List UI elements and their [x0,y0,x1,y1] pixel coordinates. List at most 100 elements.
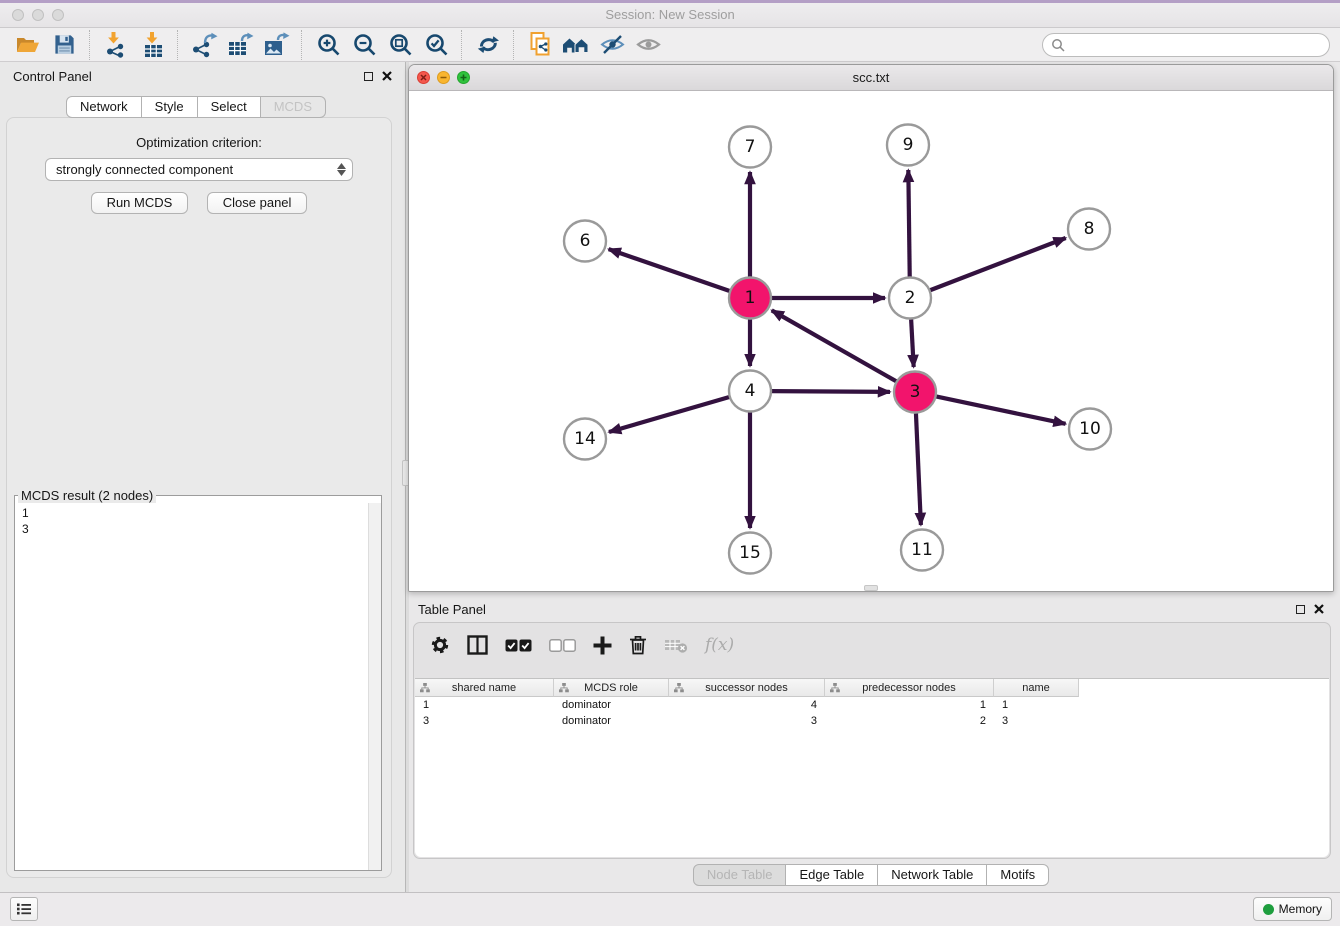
cell-shared-name[interactable]: 1 [415,697,554,713]
selected-criterion: strongly connected component [56,162,233,177]
task-history-button[interactable] [10,897,38,921]
node-table[interactable]: shared nameMCDS rolesuccessor nodesprede… [415,678,1329,857]
first-neighbors-icon[interactable] [558,30,594,60]
optimization-criterion-label: Optimization criterion: [7,135,391,150]
export-table-icon[interactable] [222,30,258,60]
graph-node-4[interactable]: 4 [729,371,771,412]
zoom-selected-icon[interactable] [418,30,454,60]
edge-3-10[interactable] [936,396,1066,423]
zoom-fit-icon[interactable] [382,30,418,60]
cell-name[interactable]: 3 [994,713,1079,729]
memory-button[interactable]: Memory [1253,897,1332,921]
cell-name[interactable]: 1 [994,697,1079,713]
function-builder-icon-disabled: f(x) [705,635,734,655]
tab-mcds[interactable]: MCDS [261,96,326,118]
tab-node-table[interactable]: Node Table [693,864,787,886]
network-window-titlebar[interactable]: scc.txt [409,65,1333,91]
graph-node-6[interactable]: 6 [564,221,606,262]
tab-network[interactable]: Network [66,96,142,118]
graph-node-1[interactable]: 1 [729,278,771,319]
save-session-icon[interactable] [46,30,82,60]
canvas-splitter-grip[interactable] [864,585,878,591]
table-panel: Table Panel [408,595,1334,893]
tab-edge-table[interactable]: Edge Table [786,864,878,886]
close-panel-icon[interactable] [382,71,392,81]
svg-text:8: 8 [1084,219,1095,239]
cell-successor-nodes[interactable]: 4 [669,697,825,713]
graph-node-3[interactable]: 3 [894,372,936,413]
tab-style[interactable]: Style [142,96,198,118]
table-row[interactable]: 1dominator411 [415,697,1329,713]
cell-successor-nodes[interactable]: 3 [669,713,825,729]
edge-2-9[interactable] [908,170,909,277]
cell-shared-name[interactable]: 3 [415,713,554,729]
svg-text:10: 10 [1079,419,1101,439]
graph-node-8[interactable]: 8 [1068,209,1110,250]
graph-node-9[interactable]: 9 [887,125,929,166]
import-network-icon[interactable] [98,30,134,60]
add-column-icon[interactable] [593,636,612,655]
show-column-panel-icon[interactable] [467,635,488,655]
delete-columns-icon[interactable] [629,635,647,655]
search-input[interactable] [1065,37,1321,53]
tab-motifs[interactable]: Motifs [987,864,1049,886]
close-table-panel-icon[interactable] [1314,604,1324,614]
result-scrollbar[interactable] [368,503,381,870]
import-table-icon[interactable] [134,30,170,60]
table-row[interactable]: 3dominator323 [415,713,1329,729]
hide-selected-icon[interactable] [594,30,630,60]
mcds-result-text[interactable]: 13 [15,503,369,870]
graph-node-15[interactable]: 15 [729,533,771,574]
table-panel-header: Table Panel [408,595,1334,623]
column-header-predecessor-nodes[interactable]: predecessor nodes [825,679,994,697]
edge-1-6[interactable] [609,249,730,291]
optimization-criterion-select[interactable]: strongly connected component [45,158,353,181]
graph-node-14[interactable]: 14 [564,419,606,460]
control-panel: Control Panel NetworkStyleSelectMCDS Opt… [0,62,405,893]
edge-2-3[interactable] [911,319,914,367]
column-header-name[interactable]: name [994,679,1079,697]
edge-3-11[interactable] [916,413,921,525]
graph-node-10[interactable]: 10 [1069,409,1111,450]
cell-MCDS-role[interactable]: dominator [554,697,669,713]
tab-select[interactable]: Select [198,96,261,118]
export-network-icon[interactable] [186,30,222,60]
deselect-all-columns-icon[interactable] [549,639,576,652]
clone-network-icon[interactable] [522,30,558,60]
float-table-panel-icon[interactable] [1296,605,1305,614]
export-image-icon[interactable] [258,30,294,60]
graph-node-7[interactable]: 7 [729,127,771,168]
control-panel-header: Control Panel [0,62,405,90]
show-all-icon[interactable] [630,30,666,60]
control-panel-tabs: NetworkStyleSelectMCDS [0,96,392,118]
graph-node-11[interactable]: 11 [901,530,943,571]
cell-predecessor-nodes[interactable]: 1 [825,697,994,713]
cell-predecessor-nodes[interactable]: 2 [825,713,994,729]
network-canvas[interactable]: 7 9 6 8 1 2 4 3 14 10 15 11 [409,91,1333,592]
cell-MCDS-role[interactable]: dominator [554,713,669,729]
close-panel-button[interactable]: Close panel [207,192,308,214]
edge-4-14[interactable] [609,397,729,432]
network-graph[interactable]: 7 9 6 8 1 2 4 3 14 10 15 11 [409,91,1333,592]
svg-text:2: 2 [905,288,916,308]
zoom-in-icon[interactable] [310,30,346,60]
column-header-MCDS-role[interactable]: MCDS role [554,679,669,697]
graph-node-2[interactable]: 2 [889,278,931,319]
zoom-out-icon[interactable] [346,30,382,60]
column-header-successor-nodes[interactable]: successor nodes [669,679,825,697]
edge-3-1[interactable] [772,310,897,381]
select-all-columns-icon[interactable] [505,639,532,652]
control-panel-title: Control Panel [13,69,92,84]
search-field[interactable] [1042,33,1330,57]
edge-4-3[interactable] [771,391,890,392]
tab-network-table[interactable]: Network Table [878,864,987,886]
run-mcds-button[interactable]: Run MCDS [91,192,189,214]
table-settings-icon[interactable] [430,635,450,655]
open-session-icon[interactable] [10,30,46,60]
table-tabs: Node TableEdge TableNetwork TableMotifs [408,864,1334,886]
column-header-shared-name[interactable]: shared name [415,679,554,697]
refresh-view-icon[interactable] [470,30,506,60]
float-panel-icon[interactable] [364,72,373,81]
toolbar-separator [461,30,463,60]
edge-2-8[interactable] [930,238,1066,290]
